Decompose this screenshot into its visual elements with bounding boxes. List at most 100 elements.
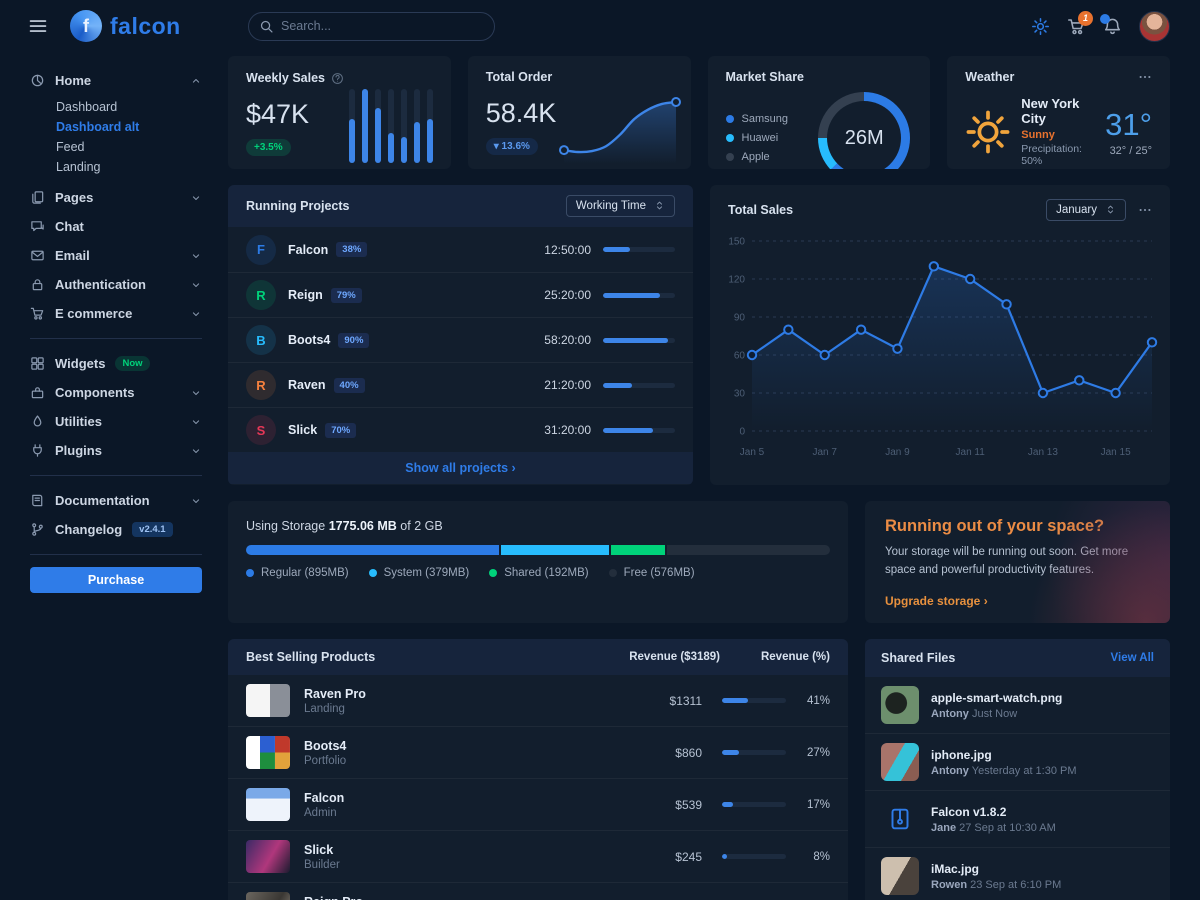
sidebar-item-utilities[interactable]: Utilities [30,407,202,436]
upgrade-space-card: Running out of your space? Your storage … [865,501,1170,623]
project-row[interactable]: BBoots490%58:20:00 [228,317,693,362]
project-percent-badge: 90% [338,333,369,348]
weekly-sales-bar [401,89,407,163]
notifications-bell-icon[interactable] [1103,17,1122,36]
sidebar-item-e-commerce[interactable]: E commerce [30,299,202,328]
product-row[interactable]: Reign ProAgency$2347% [228,882,848,900]
sidebar-item-chat[interactable]: Chat [30,212,202,241]
sidebar-item-plugins[interactable]: Plugins [30,436,202,465]
product-row[interactable]: Boots4Portfolio$86027% [228,726,848,778]
storage-legend-item: Regular (895MB) [246,567,349,579]
file-name[interactable]: iphone.jpg [931,748,1077,762]
product-thumbnail [246,840,290,873]
working-time-select[interactable]: Working Time [566,195,675,217]
product-category: Builder [304,859,340,871]
sidebar-item-label: Email [55,248,90,263]
month-select[interactable]: January [1046,199,1126,221]
file-name[interactable]: apple-smart-watch.png [931,691,1062,705]
email-icon [30,248,45,263]
project-name: Reign [288,288,323,302]
settings-gear-icon[interactable] [1031,17,1050,36]
file-name[interactable]: iMac.jpg [931,862,1061,876]
sidebar-item-label: E commerce [55,306,132,321]
sidebar-item-components[interactable]: Components [30,378,202,407]
sidebar-divider [30,338,202,339]
file-thumbnail [881,686,919,724]
sidebar-item-pages[interactable]: Pages [30,183,202,212]
weekly-sales-bar [362,89,368,163]
svg-text:120: 120 [728,275,745,286]
product-name[interactable]: Falcon [304,791,344,805]
search-input[interactable] [248,12,495,41]
project-row[interactable]: RRaven40%21:20:00 [228,362,693,407]
total-sales-menu-icon[interactable] [1138,203,1152,217]
market-share-legend-item: Apple [726,151,788,163]
product-row[interactable]: Raven ProLanding$131141% [228,675,848,726]
sidebar-item-home[interactable]: Home [30,66,202,95]
sidebar-subitem-landing[interactable]: Landing [56,157,202,177]
project-percent-badge: 79% [331,288,362,303]
sidebar-subitem-feed[interactable]: Feed [56,137,202,157]
storage-legend-item: System (379MB) [369,567,470,579]
project-name: Slick [288,423,317,437]
project-row[interactable]: SSlick70%31:20:00 [228,407,693,452]
product-row[interactable]: FalconAdmin$53917% [228,778,848,830]
file-row[interactable]: iMac.jpgRowen 23 Sep at 6:10 PM [865,847,1170,900]
chevron-down-icon [190,192,202,204]
storage-label: Using Storage 1775.06 MB of 2 GB [246,519,830,533]
file-row[interactable]: iphone.jpgAntony Yesterday at 1:30 PM [865,733,1170,790]
sidebar-item-documentation[interactable]: Documentation [30,486,202,515]
sidebar-item-email[interactable]: Email [30,241,202,270]
product-name[interactable]: Raven Pro [304,687,366,701]
hamburger-menu-icon[interactable] [28,16,48,36]
product-row[interactable]: SlickBuilder$2458% [228,830,848,882]
svg-text:Jan 13: Jan 13 [1028,447,1058,458]
file-time: 27 Sep at 10:30 AM [959,822,1056,834]
svg-text:Jan 7: Jan 7 [812,447,837,458]
svg-text:30: 30 [734,389,746,400]
show-all-projects-link[interactable]: Show all projects › [405,461,515,475]
total-order-sparkline [556,88,688,167]
view-all-link[interactable]: View All [1111,652,1154,664]
sidebar-item-widgets[interactable]: WidgetsNow [30,349,202,378]
project-name: Boots4 [288,333,330,347]
sidebar-item-authentication[interactable]: Authentication [30,270,202,299]
sidebar-item-label: Components [55,385,134,400]
file-thumbnail [881,743,919,781]
legend-dot [726,153,734,161]
svg-text:150: 150 [728,237,745,248]
product-name[interactable]: Reign Pro [304,895,363,900]
help-circle-icon[interactable] [331,70,344,85]
sidebar-subitem-dashboard-alt[interactable]: Dashboard alt [56,117,202,137]
chevron-down-icon [190,445,202,457]
project-time: 12:50:00 [535,243,591,257]
sidebar-subitem-dashboard[interactable]: Dashboard [56,97,202,117]
purchase-button[interactable]: Purchase [30,567,202,593]
sidebar-divider [30,475,202,476]
upgrade-storage-link[interactable]: Upgrade storage › [885,594,988,608]
file-row[interactable]: Falcon v1.8.2Jane 27 Sep at 10:30 AM [865,790,1170,847]
file-row[interactable]: apple-smart-watch.pngAntony Just Now [865,677,1170,733]
app-logo[interactable]: f falcon [70,10,220,42]
sun-icon [965,109,1011,155]
project-avatar: R [246,280,276,310]
storage-progress-bar [246,545,830,555]
product-name[interactable]: Boots4 [304,739,346,753]
chevron-down-icon [190,387,202,399]
product-thumbnail [246,892,290,900]
upgrade-body-text: Your storage will be running out soon. G… [885,544,1135,580]
sidebar-item-changelog[interactable]: Changelogv2.4.1 [30,515,202,544]
project-row[interactable]: FFalcon38%12:50:00 [228,227,693,272]
product-name[interactable]: Slick [304,843,340,857]
question-icon [331,72,344,85]
user-avatar[interactable] [1139,11,1170,42]
weekly-sales-bar [349,89,355,163]
changelog-icon [30,522,45,537]
cart-icon-top[interactable]: 1 [1067,17,1086,36]
weekly-sales-title: Weekly Sales [246,71,325,85]
weekly-sales-bar [427,89,433,163]
weather-title: Weather [965,70,1014,84]
project-row[interactable]: RReign79%25:20:00 [228,272,693,317]
file-name[interactable]: Falcon v1.8.2 [931,805,1056,819]
weather-menu-icon[interactable] [1138,70,1152,84]
